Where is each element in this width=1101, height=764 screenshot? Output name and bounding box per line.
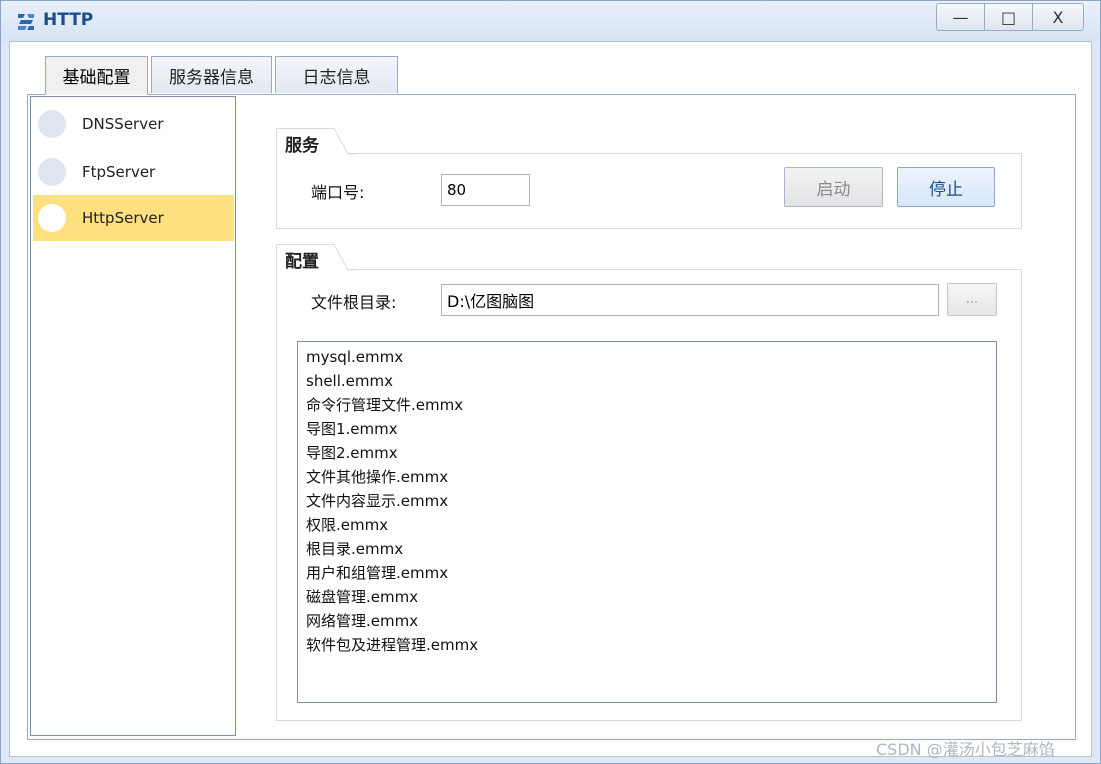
server-item-dns[interactable]: DNSServer bbox=[33, 101, 234, 147]
tab-label: 服务器信息 bbox=[169, 67, 254, 88]
start-button-label: 启动 bbox=[816, 179, 851, 200]
minimize-icon: — bbox=[952, 7, 969, 27]
start-button[interactable]: 启动 bbox=[784, 167, 883, 207]
list-item[interactable]: 根目录.emmx bbox=[306, 537, 988, 561]
list-item[interactable]: 文件其他操作.emmx bbox=[306, 465, 988, 489]
window-title: HTTP bbox=[43, 10, 94, 30]
list-item[interactable]: 导图2.emmx bbox=[306, 441, 988, 465]
root-dir-label: 文件根目录: bbox=[311, 293, 397, 312]
config-group-header: 配置 bbox=[276, 244, 356, 274]
list-item[interactable]: 权限.emmx bbox=[306, 513, 988, 537]
http-window: HTTP — □ X 基础配置 服务器信息 日志信息 DNSServer Ftp… bbox=[0, 0, 1101, 764]
port-input[interactable]: 80 bbox=[441, 174, 530, 206]
server-status-icon bbox=[38, 110, 66, 138]
config-group-title: 配置 bbox=[285, 251, 319, 272]
server-status-icon bbox=[38, 204, 66, 232]
minimize-button[interactable]: — bbox=[936, 3, 985, 31]
close-icon: X bbox=[1052, 7, 1064, 27]
list-item[interactable]: 网络管理.emmx bbox=[306, 609, 988, 633]
server-list[interactable]: DNSServer FtpServer HttpServer bbox=[30, 96, 236, 736]
tab-label: 基础配置 bbox=[62, 68, 131, 88]
server-item-ftp[interactable]: FtpServer bbox=[33, 149, 234, 195]
list-item[interactable]: 文件内容显示.emmx bbox=[306, 489, 988, 513]
browse-button-label: ... bbox=[965, 292, 979, 307]
file-list[interactable]: mysql.emmx shell.emmx 命令行管理文件.emmx 导图1.e… bbox=[297, 341, 997, 703]
tab-basic-config[interactable]: 基础配置 bbox=[45, 56, 148, 95]
close-button[interactable]: X bbox=[1032, 3, 1084, 31]
server-item-label: DNSServer bbox=[82, 115, 164, 133]
tab-strip: 基础配置 服务器信息 日志信息 bbox=[45, 56, 401, 95]
browse-button[interactable]: ... bbox=[947, 283, 997, 316]
list-item[interactable]: 软件包及进程管理.emmx bbox=[306, 633, 988, 657]
list-item[interactable]: 用户和组管理.emmx bbox=[306, 561, 988, 585]
root-dir-input[interactable]: D:\亿图脑图 bbox=[441, 284, 939, 316]
service-group-title: 服务 bbox=[285, 135, 319, 156]
list-item[interactable]: mysql.emmx bbox=[306, 345, 988, 369]
tab-label: 日志信息 bbox=[302, 67, 371, 88]
window-controls: — □ X bbox=[936, 3, 1086, 33]
list-item[interactable]: 磁盘管理.emmx bbox=[306, 585, 988, 609]
list-item[interactable]: shell.emmx bbox=[306, 369, 988, 393]
server-item-label: FtpServer bbox=[82, 163, 156, 181]
stop-button[interactable]: 停止 bbox=[897, 167, 995, 207]
maximize-button[interactable]: □ bbox=[984, 3, 1033, 31]
tab-server-info[interactable]: 服务器信息 bbox=[151, 56, 272, 93]
list-item[interactable]: 命令行管理文件.emmx bbox=[306, 393, 988, 417]
server-item-label: HttpServer bbox=[82, 209, 164, 227]
server-item-http[interactable]: HttpServer bbox=[33, 195, 234, 241]
maximize-icon: □ bbox=[1000, 7, 1017, 27]
title-bar[interactable]: HTTP — □ X bbox=[1, 1, 1100, 41]
list-item[interactable]: 导图1.emmx bbox=[306, 417, 988, 441]
port-label: 端口号: bbox=[311, 183, 365, 202]
server-status-icon bbox=[38, 158, 66, 186]
service-group-header: 服务 bbox=[276, 128, 356, 158]
stop-button-label: 停止 bbox=[929, 179, 963, 200]
watermark: CSDN @灌汤小包芝麻馅 bbox=[876, 740, 1055, 759]
app-icon bbox=[15, 10, 37, 32]
tab-log-info[interactable]: 日志信息 bbox=[275, 56, 398, 93]
